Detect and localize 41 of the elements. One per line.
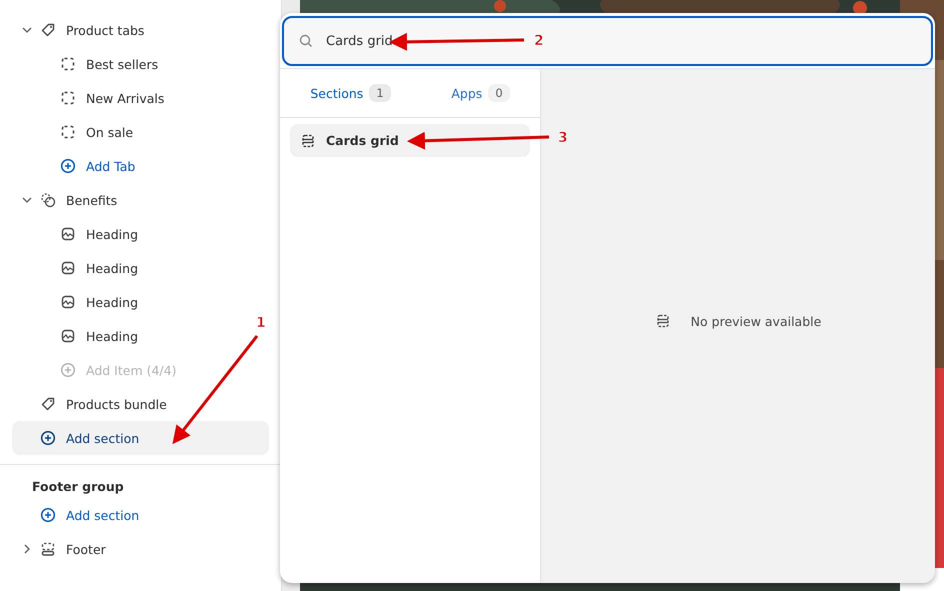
image-icon: [60, 260, 76, 276]
group-label[interactable]: Product tabs: [66, 22, 144, 38]
tree-item[interactable]: Heading: [86, 260, 138, 276]
section-icon: [300, 132, 316, 148]
tab[interactable]: Apps 0: [451, 84, 510, 102]
dashed-square-icon: [60, 124, 76, 140]
plus-circle-icon: [60, 158, 76, 174]
count-badge: 1: [369, 84, 391, 102]
tab[interactable]: Sections 1: [310, 84, 391, 102]
section-heading: Footer group: [31, 478, 125, 496]
plus-circle-icon: [60, 362, 76, 378]
preview-message: No preview available: [690, 314, 822, 328]
image-icon: [60, 328, 76, 344]
dashed-square-icon: [60, 90, 76, 106]
image-icon: [60, 294, 76, 310]
dashed-square-icon: [60, 56, 76, 72]
add-link[interactable]: Add section: [66, 508, 140, 522]
tree-item[interactable]: Heading: [86, 328, 138, 344]
count-badge: 0: [488, 84, 510, 102]
tag-icon: [40, 396, 56, 412]
overlapping-circles-icon: [40, 192, 56, 208]
group-label[interactable]: Footer: [66, 542, 106, 556]
footer-layout-icon: [40, 541, 56, 557]
add-link[interactable]: Add Tab: [86, 158, 136, 174]
plus-circle-icon: [40, 430, 56, 446]
add-link[interactable]: Add section: [66, 430, 140, 446]
tree-item[interactable]: Products bundle: [66, 396, 167, 412]
search-icon: [298, 33, 314, 49]
annotation-number: 2: [534, 33, 544, 49]
tree-item[interactable]: New Arrivals: [86, 90, 164, 106]
annotation-number: 3: [558, 130, 568, 146]
tree-item[interactable]: On sale: [86, 124, 134, 140]
tree-item[interactable]: Best sellers: [86, 56, 158, 72]
tag-icon: [40, 22, 56, 38]
plus-circle-icon: [40, 507, 56, 523]
tree-item[interactable]: Heading: [86, 294, 138, 310]
section-icon: [654, 313, 671, 329]
group-label[interactable]: Benefits: [66, 192, 118, 208]
result-item[interactable]: Cards grid: [290, 124, 530, 157]
tree-item[interactable]: Heading: [86, 226, 138, 242]
image-icon: [60, 226, 76, 242]
